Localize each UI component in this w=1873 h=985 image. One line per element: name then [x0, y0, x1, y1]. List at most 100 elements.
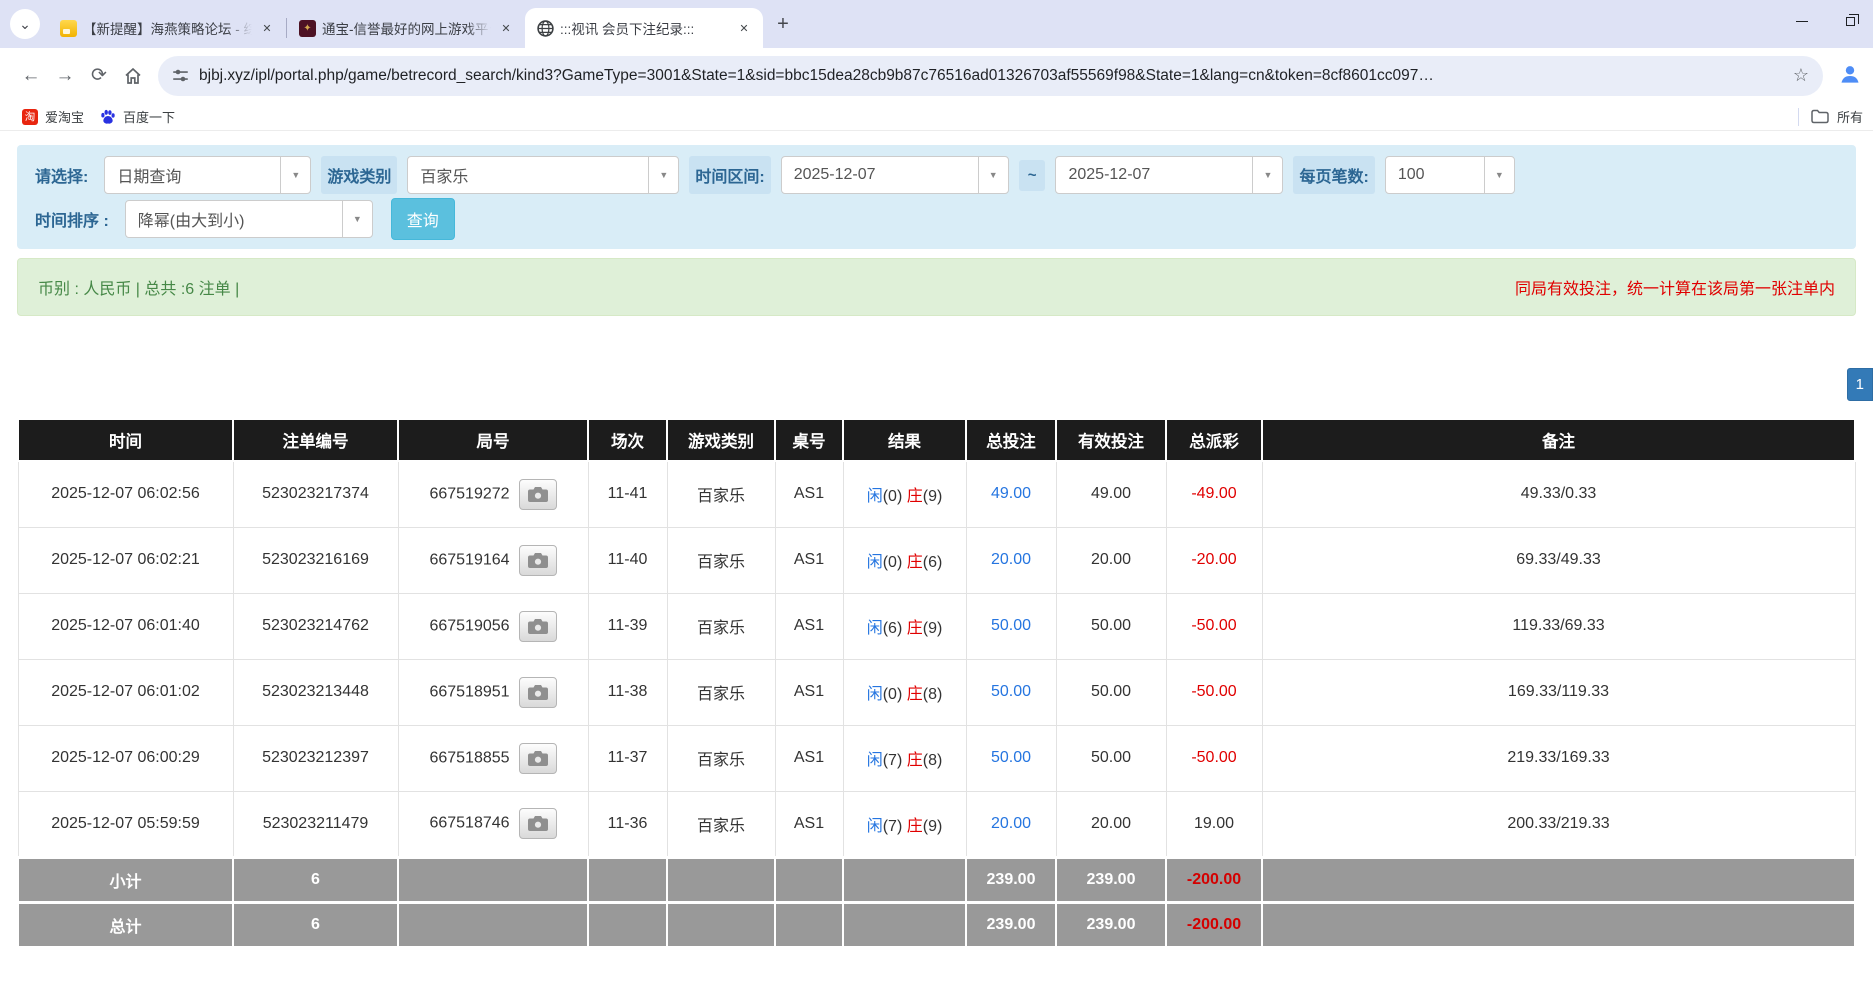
cell-round-id: 667518855	[398, 725, 588, 791]
tab-tongbao[interactable]: ✦ 通宝-信誉最好的网上游戏平台 ✕	[287, 8, 525, 48]
header-bet-id: 注单编号	[233, 419, 398, 461]
tab-forum[interactable]: 【新提醒】海燕策略论坛 - 综合 ✕	[48, 8, 286, 48]
cell-session: 11-40	[588, 527, 667, 593]
forward-button[interactable]: →	[48, 59, 82, 93]
all-bookmarks-button[interactable]: 所有	[1811, 107, 1863, 126]
total-bet-link[interactable]: 50.00	[991, 749, 1031, 766]
sort-label: 时间排序 :	[29, 200, 115, 238]
page-size-label: 每页笔数:	[1293, 156, 1374, 194]
pagination: 1	[17, 368, 1856, 401]
bookmark-taobao[interactable]: 淘 爱淘宝	[14, 104, 92, 129]
header-session: 场次	[588, 419, 667, 461]
cell-table-no: AS1	[775, 527, 843, 593]
cell-bet-id: 523023214762	[233, 593, 398, 659]
video-replay-button[interactable]	[519, 808, 557, 839]
cell-valid-bet: 50.00	[1056, 725, 1166, 791]
video-replay-button[interactable]	[519, 677, 557, 708]
page-1-button[interactable]: 1	[1847, 368, 1873, 401]
reload-button[interactable]: ⟳	[82, 59, 116, 93]
result-part: (6)	[923, 554, 943, 571]
bookmark-label: 爱淘宝	[45, 107, 84, 126]
bookmark-baidu[interactable]: 百度一下	[92, 104, 183, 129]
sort-select[interactable]: 降幂(由大到小) ▼	[125, 200, 373, 238]
video-replay-button[interactable]	[519, 545, 557, 576]
total-valid-bet: 239.00	[1056, 902, 1166, 947]
game-type-label: 游戏类别	[321, 156, 397, 194]
total-row: 总计 6 239.00 239.00 -200.00	[18, 902, 1855, 947]
cell-time: 2025-12-07 06:01:40	[18, 593, 233, 659]
round-id-text: 667518855	[429, 749, 509, 766]
profile-avatar[interactable]	[1839, 63, 1861, 88]
camera-icon	[528, 553, 548, 568]
date-from-picker[interactable]: 2025-12-07 ▼	[781, 156, 1009, 194]
cell-result: 闲(0) 庄(9)	[843, 461, 966, 527]
close-icon[interactable]: ✕	[258, 19, 276, 37]
result-part: 闲	[867, 752, 883, 769]
close-icon[interactable]: ✕	[497, 19, 515, 37]
result-part: 闲	[867, 818, 883, 835]
header-result: 结果	[843, 419, 966, 461]
new-tab-button[interactable]: +	[769, 10, 797, 38]
cell-time: 2025-12-07 06:02:21	[18, 527, 233, 593]
cell-time: 2025-12-07 06:01:02	[18, 659, 233, 725]
cell-total-bet: 50.00	[966, 659, 1056, 725]
total-bet-link[interactable]: 20.00	[991, 551, 1031, 568]
site-info-icon[interactable]	[172, 67, 189, 84]
person-icon	[1839, 63, 1861, 85]
restore-button[interactable]	[1837, 8, 1863, 34]
minimize-icon	[1796, 21, 1808, 22]
forum-favicon-icon	[60, 20, 77, 37]
query-type-select[interactable]: 日期查询 ▼	[104, 156, 311, 194]
cell-round-id: 667519056	[398, 593, 588, 659]
cell-round-id: 667518951	[398, 659, 588, 725]
cell-total-bet: 50.00	[966, 593, 1056, 659]
video-replay-button[interactable]	[519, 743, 557, 774]
page-size-select[interactable]: 100 ▼	[1385, 156, 1515, 194]
video-replay-button[interactable]	[519, 611, 557, 642]
result-part: 庄	[907, 818, 923, 835]
globe-icon	[537, 20, 554, 37]
result-part: (7)	[883, 818, 907, 835]
result-part: (0)	[883, 686, 907, 703]
cell-valid-bet: 20.00	[1056, 527, 1166, 593]
date-to-picker[interactable]: 2025-12-07 ▼	[1055, 156, 1283, 194]
home-button[interactable]	[116, 59, 150, 93]
bookmarks-bar: 淘 爱淘宝 百度一下 所有	[0, 103, 1873, 131]
result-part: (0)	[883, 488, 907, 505]
cell-result: 闲(0) 庄(6)	[843, 527, 966, 593]
cell-payout: 19.00	[1166, 791, 1262, 857]
result-part: (6)	[883, 620, 907, 637]
tab-search-button[interactable]: ⌄	[10, 9, 40, 39]
date-separator: ~	[1019, 160, 1046, 191]
total-bet-link[interactable]: 50.00	[991, 617, 1031, 634]
cell-session: 11-41	[588, 461, 667, 527]
bookmark-star-icon[interactable]: ☆	[1793, 65, 1809, 86]
video-replay-button[interactable]	[519, 479, 557, 510]
minimize-button[interactable]	[1789, 8, 1815, 34]
game-type-select[interactable]: 百家乐 ▼	[407, 156, 679, 194]
url-text[interactable]: bjbj.xyz/ipl/portal.php/game/betrecord_s…	[199, 67, 1783, 85]
header-valid-bet: 有效投注	[1056, 419, 1166, 461]
cell-table-no: AS1	[775, 593, 843, 659]
cell-game-type: 百家乐	[667, 791, 775, 857]
close-icon[interactable]: ✕	[735, 19, 753, 37]
cell-time: 2025-12-07 06:00:29	[18, 725, 233, 791]
url-bar[interactable]: bjbj.xyz/ipl/portal.php/game/betrecord_s…	[158, 56, 1823, 96]
cell-note: 49.33/0.33	[1262, 461, 1855, 527]
round-id-text: 667519056	[429, 617, 509, 634]
cell-time: 2025-12-07 05:59:59	[18, 791, 233, 857]
header-note: 备注	[1262, 419, 1855, 461]
result-part: (9)	[923, 818, 943, 835]
table-body: 2025-12-07 06:02:56523023217374667519272…	[18, 461, 1855, 857]
cell-bet-id: 523023216169	[233, 527, 398, 593]
total-bet-link[interactable]: 50.00	[991, 683, 1031, 700]
total-bet-link[interactable]: 49.00	[991, 485, 1031, 502]
total-bet-link[interactable]: 20.00	[991, 815, 1031, 832]
search-button[interactable]: 查询	[391, 198, 455, 240]
back-button[interactable]: ←	[14, 59, 48, 93]
bet-records-table: 时间 注单编号 局号 场次 游戏类别 桌号 结果 总投注 有效投注 总派彩 备注…	[17, 418, 1856, 948]
tab-betrecord-active[interactable]: :::视讯 会员下注纪录::: ✕	[525, 8, 763, 48]
cell-payout: -49.00	[1166, 461, 1262, 527]
cell-payout: -50.00	[1166, 659, 1262, 725]
header-game-type: 游戏类别	[667, 419, 775, 461]
